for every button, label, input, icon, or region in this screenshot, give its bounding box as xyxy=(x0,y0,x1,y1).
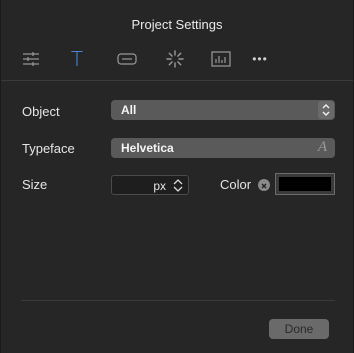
size-input[interactable]: px xyxy=(111,175,189,195)
footer-divider xyxy=(21,300,335,301)
activity-indicator-icon[interactable] xyxy=(162,46,188,72)
sliders-icon[interactable] xyxy=(18,46,44,72)
object-select[interactable]: All xyxy=(111,100,335,120)
color-swatch-fill xyxy=(279,177,331,191)
text-glyph: T xyxy=(70,47,84,71)
clear-color-icon[interactable] xyxy=(258,179,270,191)
font-picker-icon[interactable]: A xyxy=(318,139,327,156)
size-stepper-icon[interactable] xyxy=(171,178,185,193)
more-icon[interactable]: ••• xyxy=(247,46,273,72)
done-button[interactable]: Done xyxy=(269,319,329,339)
toolbar-divider xyxy=(1,80,353,81)
color-swatch[interactable] xyxy=(275,173,335,195)
project-settings-window: Project Settings T ••• Object All Typefa… xyxy=(0,0,354,353)
size-unit: px xyxy=(153,179,166,193)
object-select-value: All xyxy=(121,103,137,117)
button-shape-icon[interactable] xyxy=(114,46,140,72)
color-label: Color xyxy=(220,177,252,192)
typeface-label: Typeface xyxy=(22,141,75,156)
more-glyph: ••• xyxy=(252,52,268,66)
chevron-updown-icon xyxy=(318,101,334,119)
chart-icon[interactable] xyxy=(208,46,234,72)
typeface-value: Helvetica xyxy=(121,141,174,155)
size-label: Size xyxy=(22,177,48,192)
text-icon[interactable]: T xyxy=(64,46,90,72)
toolbar: T ••• xyxy=(1,42,353,80)
object-label: Object xyxy=(22,104,60,119)
window-title: Project Settings xyxy=(131,17,223,32)
typeface-field[interactable]: Helvetica A xyxy=(111,138,335,158)
